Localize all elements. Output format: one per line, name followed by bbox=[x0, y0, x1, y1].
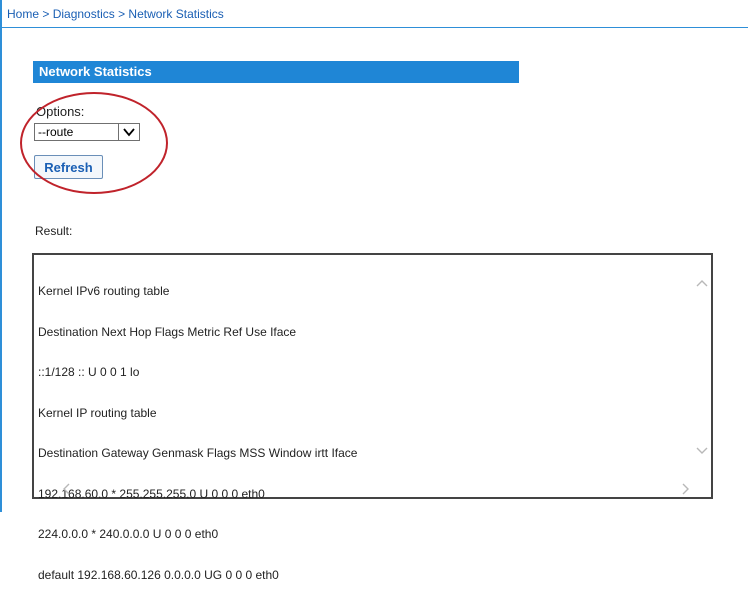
result-label: Result: bbox=[35, 224, 73, 238]
result-line: default 192.168.60.126 0.0.0.0 UG 0 0 0 … bbox=[38, 567, 279, 582]
page-title: Network Statistics bbox=[39, 64, 152, 79]
chevron-down-icon[interactable] bbox=[696, 447, 708, 455]
refresh-button[interactable]: Refresh bbox=[34, 155, 103, 179]
breadcrumb-diagnostics-link[interactable]: Diagnostics bbox=[53, 7, 115, 21]
result-line: ::1/128 :: U 0 0 1 lo bbox=[38, 365, 140, 379]
scrollbar-corner bbox=[693, 479, 711, 497]
breadcrumb-bar: Home > Diagnostics > Network Statistics bbox=[2, 0, 748, 28]
chevron-up-icon[interactable] bbox=[696, 279, 708, 287]
result-line: Destination Next Hop Flags Metric Ref Us… bbox=[38, 324, 297, 339]
result-textarea[interactable]: Kernel IPv6 routing table Destination Ne… bbox=[32, 253, 713, 581]
chevron-right-icon[interactable] bbox=[682, 483, 690, 495]
vertical-scrollbar[interactable] bbox=[693, 255, 711, 479]
breadcrumb-separator: > bbox=[42, 7, 53, 21]
result-text: Kernel IPv6 routing table Destination Ne… bbox=[38, 258, 357, 609]
chevron-left-icon[interactable] bbox=[62, 483, 70, 495]
options-label: Options: bbox=[36, 104, 85, 119]
options-select-value: --route bbox=[38, 125, 74, 139]
dropdown-button[interactable] bbox=[118, 124, 139, 140]
breadcrumb-home-link[interactable]: Home bbox=[7, 7, 39, 21]
result-line: Destination Gateway Genmask Flags MSS Wi… bbox=[38, 446, 358, 460]
section-header: Network Statistics bbox=[33, 61, 519, 83]
chevron-down-icon bbox=[123, 128, 135, 137]
result-line: 224.0.0.0 * 240.0.0.0 U 0 0 0 eth0 bbox=[38, 527, 219, 541]
horizontal-scrollbar[interactable] bbox=[34, 479, 693, 497]
refresh-button-label: Refresh bbox=[44, 160, 93, 175]
result-line: Kernel IP routing table bbox=[38, 405, 157, 420]
breadcrumb: Home > Diagnostics > Network Statistics bbox=[7, 7, 224, 21]
options-select[interactable]: --route bbox=[34, 123, 140, 141]
result-line: Kernel IPv6 routing table bbox=[38, 284, 170, 298]
breadcrumb-separator: > bbox=[118, 7, 129, 21]
breadcrumb-current: Network Statistics bbox=[128, 7, 224, 21]
